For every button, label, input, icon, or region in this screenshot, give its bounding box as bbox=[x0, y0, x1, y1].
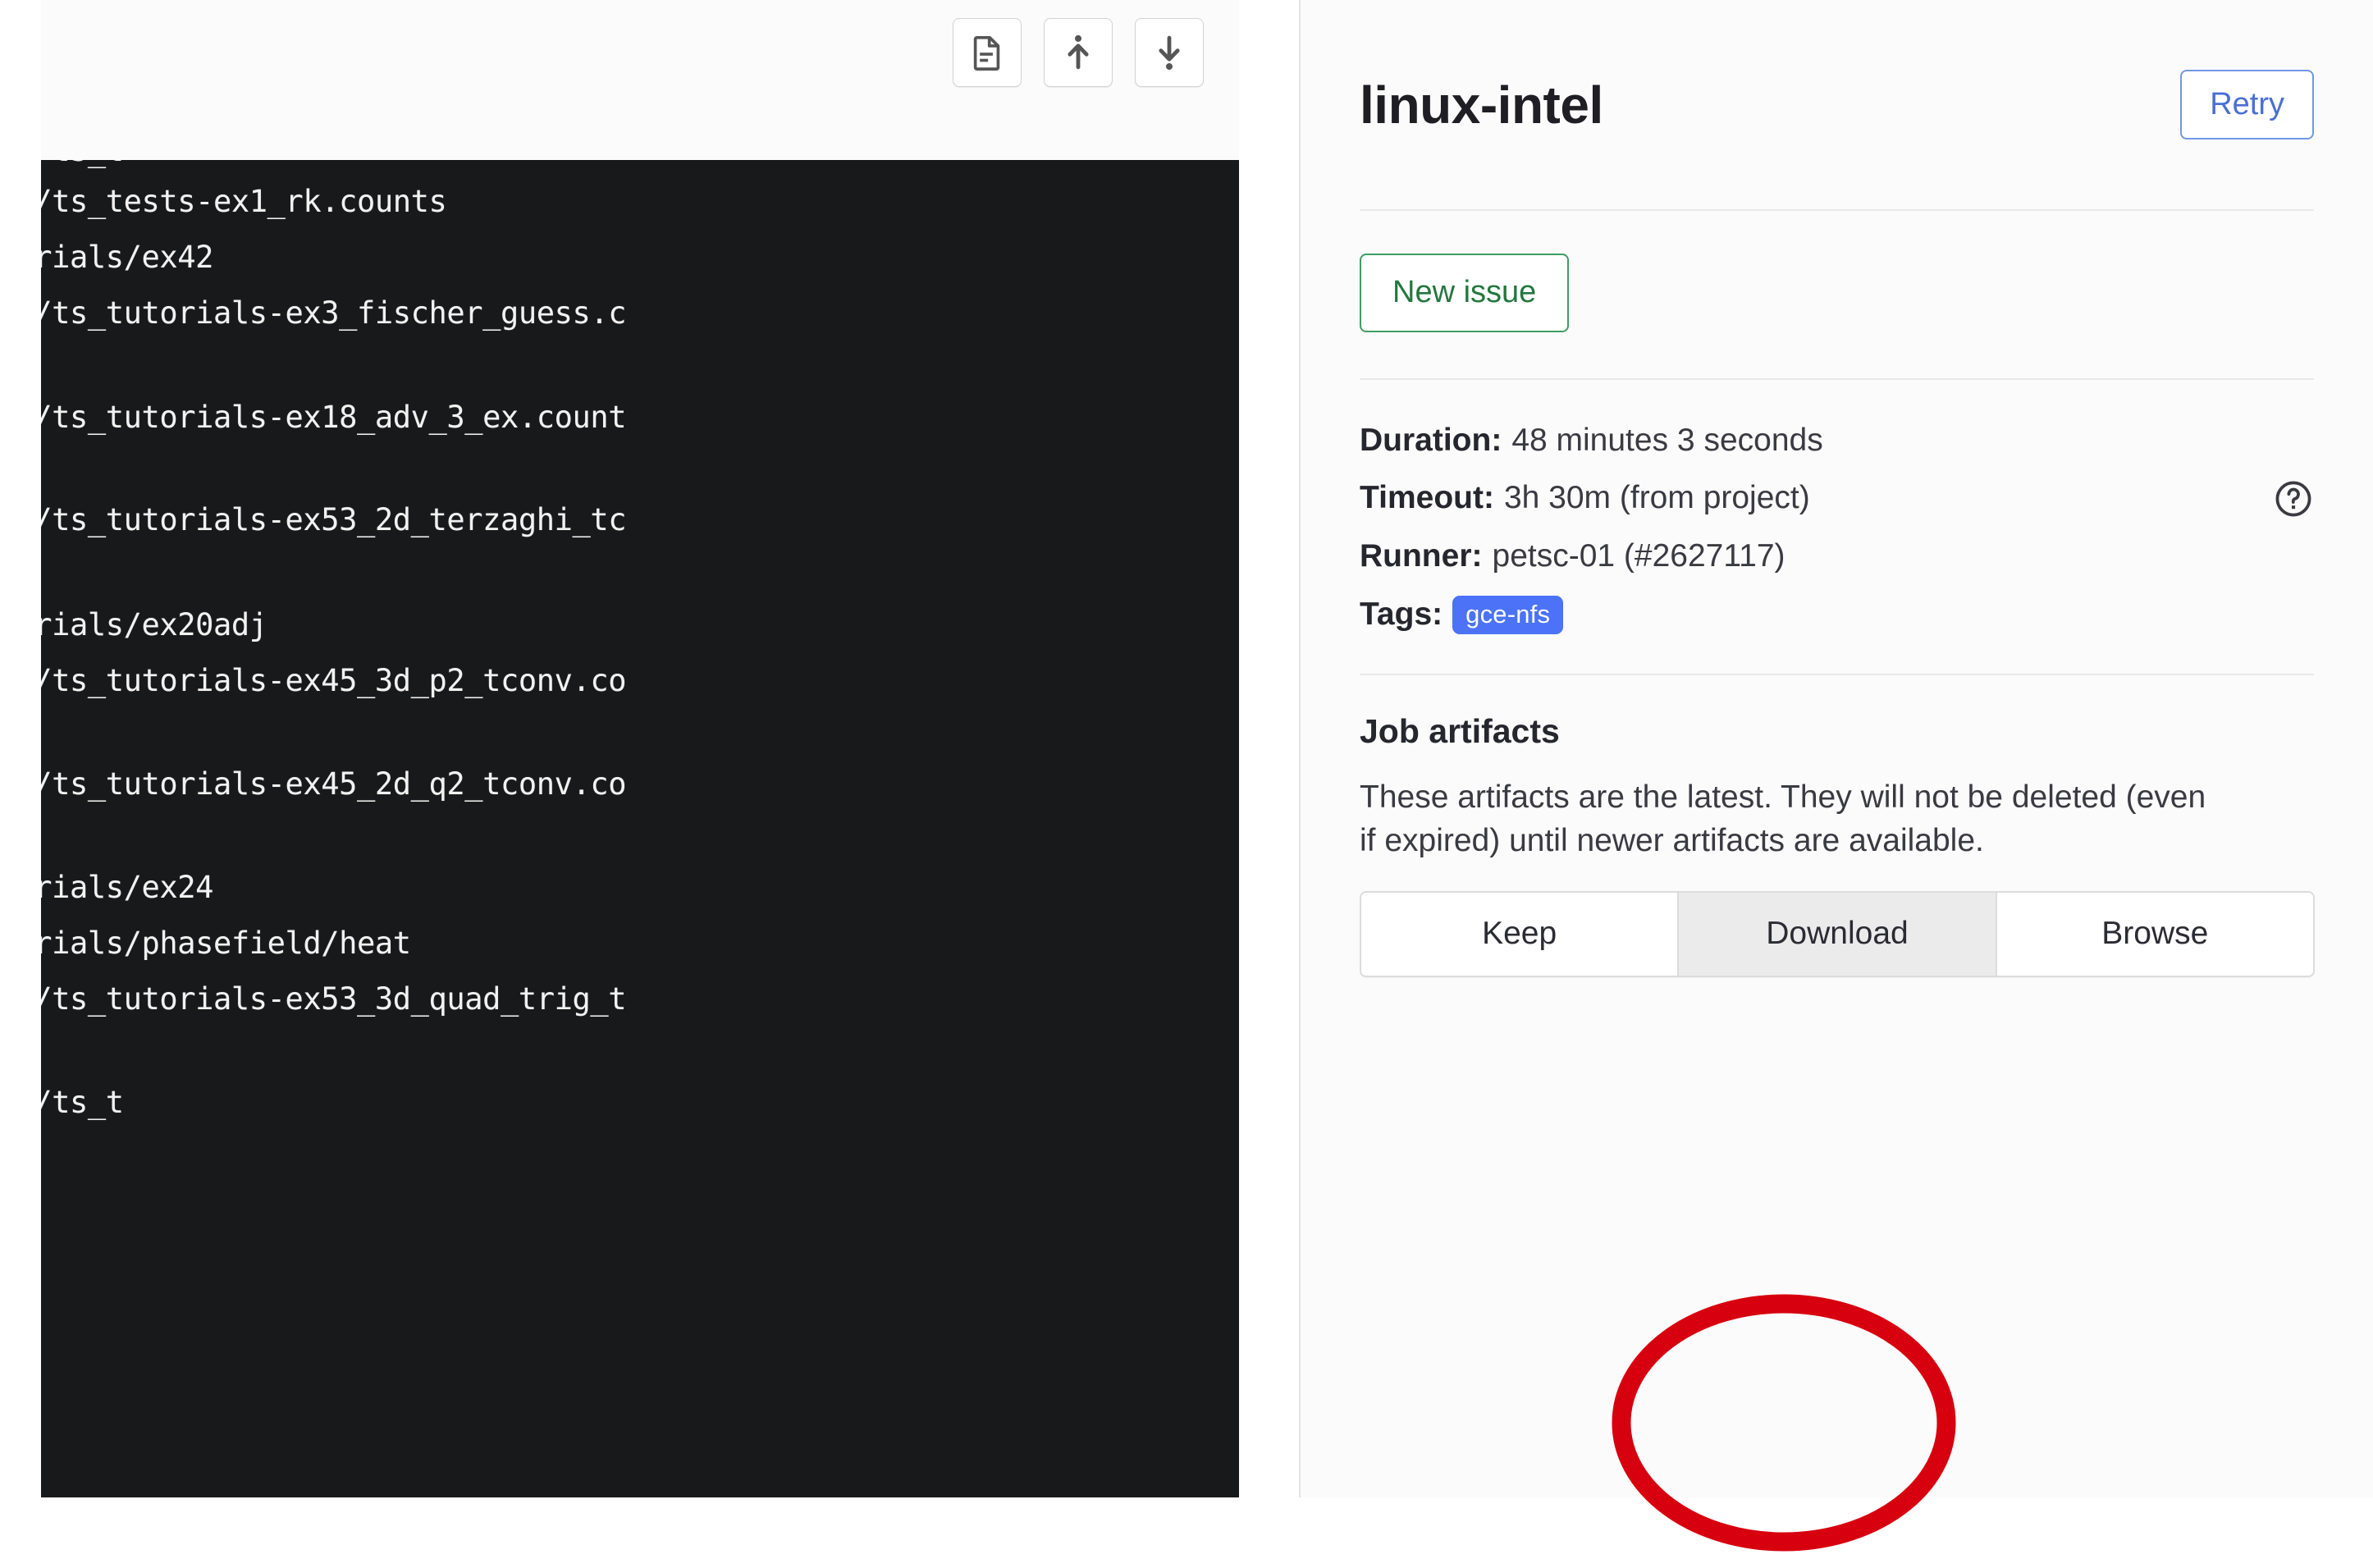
timeout-value: 3h 30m (from project) bbox=[1503, 480, 1810, 516]
log-line: counts/ts_t bbox=[41, 160, 124, 166]
log-line: counts/ts_tutorials-ex18_adv_3_ex.count bbox=[41, 400, 627, 435]
log-line: s/tutorials/ex20adj bbox=[41, 607, 267, 642]
log-line: counts/ts_tutorials-ex3_fischer_guess.c bbox=[41, 295, 627, 331]
job-duration-row: Duration: 48 minutes 3 seconds bbox=[1360, 419, 2314, 463]
arrow-down-icon bbox=[1150, 34, 1188, 71]
arrow-up-icon bbox=[1059, 34, 1097, 71]
scroll-to-top-button[interactable] bbox=[1044, 18, 1113, 87]
download-artifacts-button[interactable]: Download bbox=[1679, 893, 1997, 976]
file-document-icon bbox=[968, 34, 1006, 71]
runner-label: Runner: bbox=[1360, 538, 1483, 574]
job-log-toolbar bbox=[41, 0, 1239, 160]
browse-artifacts-button[interactable]: Browse bbox=[1996, 893, 2313, 976]
artifacts-description: These artifacts are the latest. They wil… bbox=[1360, 779, 2206, 859]
artifacts-heading: Job artifacts bbox=[1360, 712, 1560, 751]
log-line: counts/ts_tests-ex1_rk.counts bbox=[41, 184, 447, 219]
artifacts-button-group: Keep Download Browse bbox=[1360, 891, 2315, 978]
question-circle-icon[interactable] bbox=[2273, 478, 2314, 519]
log-line: counts/ts_tutorials-ex53_2d_terzaghi_tc bbox=[41, 502, 627, 537]
keep-artifacts-button[interactable]: Keep bbox=[1361, 893, 1680, 976]
raw-log-button[interactable] bbox=[953, 18, 1022, 87]
sidebar-header: linux-intel Retry bbox=[1360, 0, 2314, 209]
log-line: counts/ts_tutorials-ex45_3d_p2_tconv.co bbox=[41, 663, 627, 698]
job-timeout-row: Timeout: 3h 30m (from project) bbox=[1360, 477, 2314, 520]
tag-badge[interactable]: gce-nfs bbox=[1452, 595, 1564, 634]
timeout-label: Timeout: bbox=[1360, 480, 1494, 516]
new-issue-button[interactable]: New issue bbox=[1360, 254, 1570, 332]
job-sidebar: linux-intel Retry New issue Duration: 48… bbox=[1299, 0, 2373, 1497]
job-runner-row: Runner: petsc-01 (#2627117) bbox=[1360, 535, 2314, 578]
job-meta-list: Duration: 48 minutes 3 seconds Timeout: … bbox=[1360, 380, 2314, 674]
job-tags-row: Tags: gce-nfs bbox=[1360, 593, 2314, 637]
job-log-output[interactable]: counts/ts_t counts/ts_tests-ex1_rk.count… bbox=[41, 160, 1239, 1497]
runner-value: petsc-01 (#2627117) bbox=[1492, 538, 1785, 574]
scroll-to-bottom-button[interactable] bbox=[1135, 18, 1204, 87]
new-issue-section: New issue bbox=[1360, 211, 2314, 378]
duration-value: 48 minutes 3 seconds bbox=[1511, 422, 1823, 458]
log-line: s/tutorials/ex42 bbox=[41, 240, 214, 275]
log-line: counts/ts_t bbox=[41, 1085, 124, 1120]
log-line: s/tutorials/phasefield/heat bbox=[41, 926, 411, 961]
duration-label: Duration: bbox=[1360, 422, 1502, 458]
log-line: counts/ts_tutorials-ex45_2d_q2_tconv.co bbox=[41, 766, 627, 802]
job-title: linux-intel bbox=[1360, 75, 1603, 135]
job-artifacts-section: Job artifacts These artifacts are the la… bbox=[1360, 675, 2315, 978]
job-log-panel: counts/ts_t counts/ts_tests-ex1_rk.count… bbox=[41, 0, 1239, 1497]
retry-button[interactable]: Retry bbox=[2180, 69, 2314, 140]
log-line: s/tutorials/ex24 bbox=[41, 870, 214, 905]
tags-label: Tags: bbox=[1360, 596, 1443, 632]
log-line: counts/ts_tutorials-ex53_3d_quad_trig_t bbox=[41, 981, 627, 1017]
